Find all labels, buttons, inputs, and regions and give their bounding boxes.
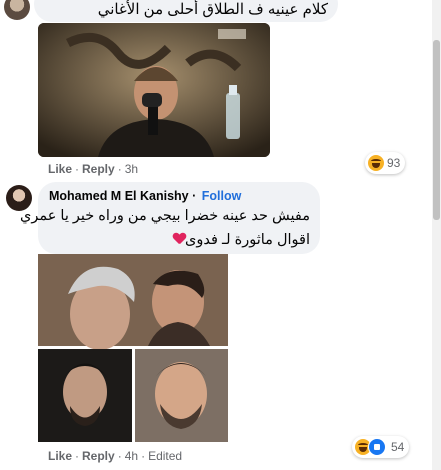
like-reaction-icon [368, 438, 386, 456]
follow-button[interactable]: Follow [202, 189, 242, 203]
comment-text-line2: اقوال ماثورة لـ فدوى [48, 231, 310, 249]
like-link[interactable]: Like [48, 449, 72, 463]
comment-author[interactable]: Mohamed M El Kanishy · Follow [49, 189, 241, 203]
photo-collage [38, 254, 228, 442]
like-link[interactable]: Like [48, 162, 72, 176]
comment-photo[interactable] [38, 254, 228, 442]
reply-link[interactable]: Reply [82, 449, 115, 463]
comment-text: اقوال ماثورة لـ فدوى [185, 232, 310, 248]
author-name[interactable]: Mohamed M El Kanishy [49, 189, 189, 203]
reaction-summary[interactable]: 54 [352, 436, 410, 458]
comment-text: كلام عينيه ف الطلاق أحلى من الأغاني [97, 1, 328, 18]
comment-gif[interactable] [38, 23, 270, 157]
reaction-count: 54 [391, 440, 405, 454]
timestamp[interactable]: 3h [125, 162, 138, 176]
reply-link[interactable]: Reply [82, 162, 115, 176]
avatar[interactable] [4, 0, 30, 20]
timestamp[interactable]: 4h [125, 449, 138, 463]
comment-actions: Like · Reply · 4h · Edited [48, 449, 183, 463]
reaction-count: 93 [387, 156, 401, 170]
scroll-thumb[interactable] [433, 40, 440, 220]
comment-text-line1: مفيش حد عينه خضرا بيجي من وراه خير يا عم… [19, 208, 310, 224]
comment-actions: Like · Reply · 3h [48, 162, 139, 176]
edited-label[interactable]: Edited [148, 449, 182, 463]
haha-emoji-icon [368, 155, 384, 171]
heart-icon [173, 233, 185, 245]
gif-image [38, 23, 270, 157]
reaction-summary[interactable]: 93 [365, 152, 406, 174]
